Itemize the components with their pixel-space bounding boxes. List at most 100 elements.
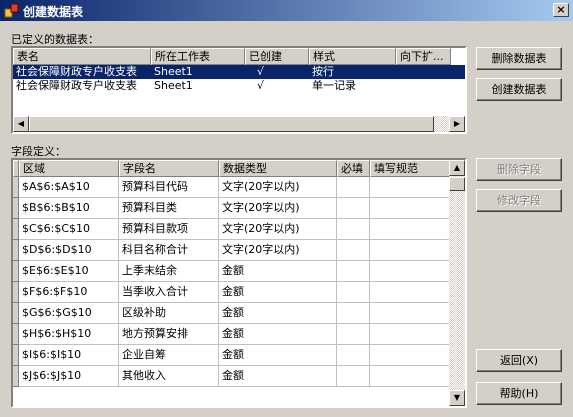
scroll-up-icon[interactable]: ▲ <box>449 160 465 176</box>
field-cell[interactable] <box>337 198 370 219</box>
field-cell[interactable]: $B$6:$B$10 <box>19 198 119 219</box>
fields-grid[interactable]: 区域 字段名 数据类型 必填 填写规范 $A$6:$A$10 预算科目代码 文字(20字以内… <box>11 158 467 408</box>
field-row[interactable]: $E$6:$E$10 上季末结余 金额 <box>13 261 455 282</box>
field-cell[interactable]: 文字(20字以内) <box>219 240 337 261</box>
field-cell[interactable]: $G$6:$G$10 <box>19 303 119 324</box>
field-cell[interactable]: 科目名称合计 <box>119 240 219 261</box>
back-button[interactable]: 返回(X) <box>476 349 562 372</box>
table-cell: √ <box>257 79 265 92</box>
scroll-right-icon[interactable]: ▶ <box>449 116 465 132</box>
field-cell[interactable] <box>337 345 370 366</box>
field-cell[interactable]: 金额 <box>219 345 337 366</box>
field-row[interactable]: $I$6:$I$10 企业自筹 金额 <box>13 345 455 366</box>
field-cell[interactable]: 金额 <box>219 366 337 387</box>
fields-label: 字段定义： <box>11 145 66 158</box>
field-cell[interactable] <box>337 282 370 303</box>
help-button[interactable]: 帮助(H) <box>476 382 562 405</box>
field-cell[interactable]: 文字(20字以内) <box>219 177 337 198</box>
table-cell: Sheet1 <box>154 79 193 92</box>
tables-column-header[interactable]: 向下扩... <box>396 48 451 65</box>
field-cell[interactable]: 区级补助 <box>119 303 219 324</box>
close-button[interactable]: × <box>553 3 569 17</box>
fields-vscrollbar[interactable]: ▲ ▼ <box>449 160 465 406</box>
field-cell[interactable] <box>370 324 455 345</box>
field-cell[interactable]: $D$6:$D$10 <box>19 240 119 261</box>
field-cell[interactable] <box>337 303 370 324</box>
field-cell[interactable]: 预算科目款项 <box>119 219 219 240</box>
table-row[interactable]: 社会保障财政专户收支表 Sheet1 √ 单一记录 <box>13 79 465 93</box>
field-row[interactable]: $B$6:$B$10 预算科目类 文字(20字以内) <box>13 198 455 219</box>
field-cell[interactable]: 文字(20字以内) <box>219 219 337 240</box>
table-cell: 社会保障财政专户收支表 <box>16 65 137 78</box>
field-cell[interactable] <box>337 219 370 240</box>
field-row[interactable]: $D$6:$D$10 科目名称合计 文字(20字以内) <box>13 240 455 261</box>
field-cell[interactable] <box>337 240 370 261</box>
tables-hscrollbar[interactable]: ◀ ▶ <box>13 116 465 132</box>
field-cell[interactable] <box>370 219 455 240</box>
delete-field-button[interactable]: 删除字段 <box>476 158 562 181</box>
field-cell[interactable]: $H$6:$H$10 <box>19 324 119 345</box>
tables-hscroll-thumb[interactable] <box>29 116 434 132</box>
field-cell[interactable] <box>370 198 455 219</box>
fields-column-header[interactable]: 必填 <box>337 160 370 177</box>
fields-vscroll-thumb[interactable] <box>449 177 465 191</box>
field-row[interactable]: $F$6:$F$10 当季收入合计 金额 <box>13 282 455 303</box>
fields-column-header[interactable]: 数据类型 <box>219 160 337 177</box>
field-cell[interactable]: $E$6:$E$10 <box>19 261 119 282</box>
tables-column-header[interactable]: 所在工作表 <box>151 48 245 65</box>
field-cell[interactable] <box>370 261 455 282</box>
table-cell: 按行 <box>312 65 334 78</box>
field-cell[interactable] <box>337 177 370 198</box>
field-cell[interactable]: 预算科目代码 <box>119 177 219 198</box>
field-cell[interactable]: $C$6:$C$10 <box>19 219 119 240</box>
field-cell[interactable]: $F$6:$F$10 <box>19 282 119 303</box>
modify-field-button[interactable]: 修改字段 <box>476 189 562 212</box>
field-cell[interactable]: 金额 <box>219 282 337 303</box>
field-cell[interactable] <box>337 261 370 282</box>
field-row[interactable]: $G$6:$G$10 区级补助 金额 <box>13 303 455 324</box>
field-cell[interactable]: 金额 <box>219 303 337 324</box>
app-icon <box>4 3 19 18</box>
table-row[interactable]: 社会保障财政专户收支表 Sheet1 √ 按行 <box>13 65 465 79</box>
field-cell[interactable]: 当季收入合计 <box>119 282 219 303</box>
defined-tables-list[interactable]: 表名 所在工作表 已创建 样式 向下扩... 社会保障财政专户收支表 Sheet1 √ 按行社… <box>11 46 467 134</box>
field-cell[interactable] <box>370 282 455 303</box>
scroll-left-icon[interactable]: ◀ <box>13 116 29 132</box>
field-cell[interactable] <box>370 345 455 366</box>
field-cell[interactable] <box>370 366 455 387</box>
defined-tables-label: 已定义的数据表： <box>11 33 99 46</box>
tables-column-header[interactable]: 已创建 <box>245 48 309 65</box>
field-cell[interactable] <box>370 177 455 198</box>
field-cell[interactable] <box>337 324 370 345</box>
field-cell[interactable]: 文字(20字以内) <box>219 198 337 219</box>
field-cell[interactable]: 金额 <box>219 324 337 345</box>
field-row[interactable]: $C$6:$C$10 预算科目款项 文字(20字以内) <box>13 219 455 240</box>
field-cell[interactable]: 预算科目类 <box>119 198 219 219</box>
window-title: 创建数据表 <box>23 5 84 19</box>
field-cell[interactable]: $A$6:$A$10 <box>19 177 119 198</box>
scroll-down-icon[interactable]: ▼ <box>449 390 465 406</box>
tables-column-header[interactable]: 样式 <box>309 48 396 65</box>
delete-table-button[interactable]: 删除数据表 <box>476 47 562 70</box>
table-cell: Sheet1 <box>154 65 193 78</box>
field-cell[interactable]: $J$6:$J$10 <box>19 366 119 387</box>
table-cell: 单一记录 <box>312 79 356 92</box>
field-row[interactable]: $J$6:$J$10 其他收入 金额 <box>13 366 455 387</box>
field-row[interactable]: $A$6:$A$10 预算科目代码 文字(20字以内) <box>13 177 455 198</box>
fields-column-header[interactable]: 区域 <box>19 160 119 177</box>
field-row[interactable]: $H$6:$H$10 地方预算安排 金额 <box>13 324 455 345</box>
tables-column-header[interactable]: 表名 <box>13 48 151 65</box>
fields-column-header[interactable]: 填写规范 <box>370 160 455 177</box>
field-cell[interactable]: 企业自筹 <box>119 345 219 366</box>
field-cell[interactable]: 其他收入 <box>119 366 219 387</box>
field-cell[interactable] <box>337 366 370 387</box>
field-cell[interactable]: 地方预算安排 <box>119 324 219 345</box>
field-cell[interactable]: 上季末结余 <box>119 261 219 282</box>
fields-column-header[interactable]: 字段名 <box>119 160 219 177</box>
table-cell <box>396 65 451 79</box>
field-cell[interactable] <box>370 240 455 261</box>
create-table-button[interactable]: 创建数据表 <box>476 78 562 101</box>
field-cell[interactable]: $I$6:$I$10 <box>19 345 119 366</box>
field-cell[interactable]: 金额 <box>219 261 337 282</box>
field-cell[interactable] <box>370 303 455 324</box>
